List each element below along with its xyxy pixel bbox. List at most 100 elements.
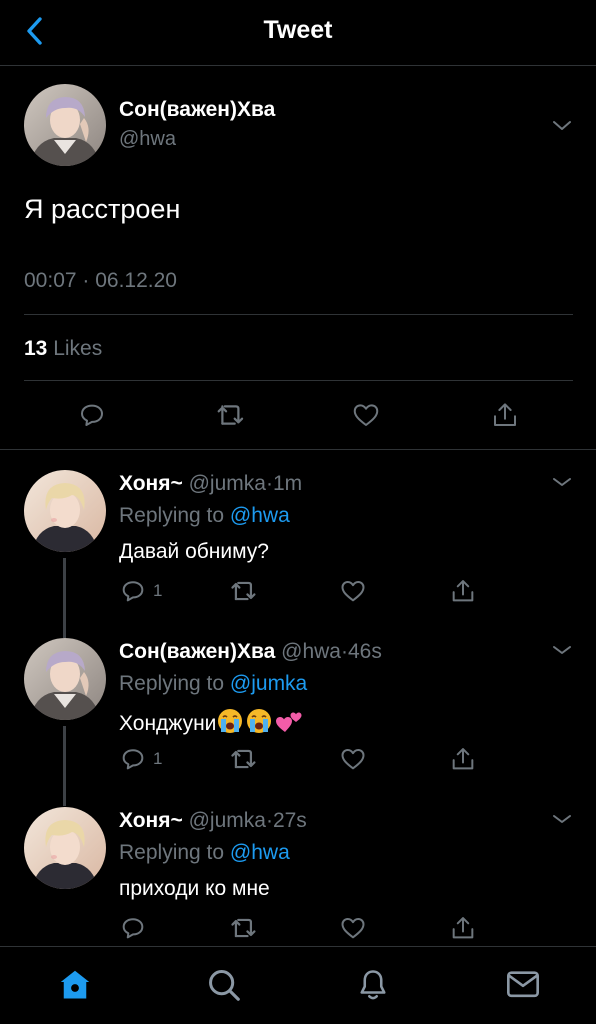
separator: · bbox=[340, 640, 348, 663]
tab-home[interactable] bbox=[55, 965, 95, 1005]
share-button[interactable] bbox=[487, 397, 523, 433]
reply-time: 27s bbox=[272, 809, 307, 832]
mention-link[interactable]: @jumka bbox=[230, 672, 307, 695]
search-icon bbox=[209, 970, 240, 1001]
reply-button[interactable]: 1 bbox=[119, 577, 162, 605]
likes-count: 13 bbox=[24, 337, 48, 360]
retweet-button[interactable] bbox=[229, 745, 259, 773]
author-name[interactable]: Хоня~ bbox=[119, 472, 183, 495]
share-button[interactable] bbox=[449, 745, 477, 773]
avatar[interactable] bbox=[24, 807, 106, 889]
reply-text: Давай обниму? bbox=[119, 540, 269, 563]
reply-icon bbox=[122, 581, 144, 602]
reply-time: 46s bbox=[347, 640, 382, 663]
home-icon bbox=[60, 970, 90, 999]
reply-text: приходи ко мне bbox=[119, 877, 270, 900]
tab-messages[interactable] bbox=[503, 965, 543, 1005]
mention-link[interactable]: @hwa bbox=[230, 841, 290, 864]
thread-line bbox=[63, 726, 66, 806]
reply-actions: 1 bbox=[119, 745, 499, 773]
retweet-button[interactable] bbox=[229, 914, 259, 942]
top-navigation-bar: Tweet bbox=[0, 0, 596, 66]
author-name[interactable]: Хоня~ bbox=[119, 809, 183, 832]
tweet-options-button[interactable] bbox=[551, 642, 573, 658]
chevron-down-icon bbox=[553, 121, 571, 130]
author-handle[interactable]: @hwa bbox=[281, 640, 341, 663]
loudly-crying-face-icon bbox=[218, 709, 243, 733]
like-button[interactable] bbox=[339, 745, 367, 773]
chevron-down-icon bbox=[553, 478, 571, 486]
retweet-icon bbox=[231, 918, 256, 938]
likes-summary[interactable]: 13 Likes bbox=[24, 337, 102, 361]
reply-count: 1 bbox=[153, 581, 163, 600]
tweet-actions bbox=[0, 397, 596, 433]
retweet-button[interactable] bbox=[213, 397, 249, 433]
tab-notifications[interactable] bbox=[353, 965, 393, 1005]
likes-label: Likes bbox=[53, 337, 103, 360]
author-name[interactable]: Сон(важен)Хва bbox=[119, 98, 275, 122]
replying-to-label: Replying to bbox=[119, 672, 225, 695]
share-icon bbox=[494, 403, 516, 426]
tweet-timestamp: 00:07 · 06.12.20 bbox=[24, 269, 177, 292]
retweet-icon bbox=[217, 405, 244, 425]
share-icon bbox=[452, 917, 474, 939]
tweet-options-button[interactable] bbox=[550, 116, 574, 134]
reply-text: Хонджуни bbox=[119, 708, 304, 736]
share-icon bbox=[452, 580, 474, 602]
share-button[interactable] bbox=[449, 577, 477, 605]
loudly-crying-face-icon bbox=[247, 709, 272, 733]
reply-icon bbox=[122, 749, 144, 770]
reply-icon bbox=[122, 918, 144, 939]
avatar[interactable] bbox=[24, 638, 106, 720]
tab-search[interactable] bbox=[204, 965, 244, 1005]
replying-to-label: Replying to bbox=[119, 841, 225, 864]
replying-to-label: Replying to bbox=[119, 504, 225, 527]
notifications-icon bbox=[360, 970, 386, 1000]
retweet-icon bbox=[231, 749, 256, 769]
retweet-button[interactable] bbox=[229, 577, 259, 605]
separator: · bbox=[265, 472, 273, 495]
reply-button[interactable] bbox=[74, 397, 110, 433]
heart-icon bbox=[341, 581, 365, 602]
tweet-text: Я расстроен bbox=[24, 194, 181, 224]
avatar[interactable] bbox=[24, 84, 106, 166]
avatar[interactable] bbox=[24, 470, 106, 552]
divider bbox=[0, 449, 596, 450]
reply-actions bbox=[119, 914, 499, 942]
like-button[interactable] bbox=[339, 577, 367, 605]
reply-tweet[interactable]: Сон(важен)Хва @hwa·46s Replying to @jumk… bbox=[0, 638, 596, 806]
thread-line bbox=[63, 558, 66, 638]
share-button[interactable] bbox=[449, 914, 477, 942]
replying-to: Replying to @hwa bbox=[119, 841, 290, 865]
author-handle[interactable]: @jumka bbox=[189, 809, 266, 832]
replying-to: Replying to @jumka bbox=[119, 672, 307, 696]
two-hearts-icon bbox=[276, 712, 302, 732]
divider bbox=[24, 314, 573, 315]
author-handle[interactable]: @jumka bbox=[189, 472, 266, 495]
reply-tweet[interactable]: Хоня~ @jumka·1m Replying to @hwa Давай о… bbox=[0, 470, 596, 638]
like-button[interactable] bbox=[339, 914, 367, 942]
heart-icon bbox=[341, 918, 365, 939]
reply-count: 1 bbox=[153, 749, 163, 768]
chevron-down-icon bbox=[553, 815, 571, 823]
reply-header: Хоня~ @jumka·27s bbox=[119, 809, 307, 833]
reply-button[interactable]: 1 bbox=[119, 745, 162, 773]
tweet-options-button[interactable] bbox=[551, 811, 573, 827]
reply-header: Хоня~ @jumka·1m bbox=[119, 472, 302, 496]
page-title: Tweet bbox=[263, 16, 333, 44]
heart-icon bbox=[353, 404, 379, 426]
separator: · bbox=[265, 809, 273, 832]
reply-header: Сон(важен)Хва @hwa·46s bbox=[119, 640, 382, 664]
tweet-options-button[interactable] bbox=[551, 474, 573, 490]
author-name[interactable]: Сон(важен)Хва bbox=[119, 640, 275, 663]
reply-actions: 1 bbox=[119, 577, 499, 605]
replying-to: Replying to @hwa bbox=[119, 504, 290, 528]
mention-link[interactable]: @hwa bbox=[230, 504, 290, 527]
bottom-tab-bar bbox=[0, 947, 596, 1024]
reply-text-content: Хонджуни bbox=[119, 712, 217, 735]
chevron-down-icon bbox=[553, 646, 571, 654]
reply-button[interactable] bbox=[119, 914, 153, 942]
author-handle[interactable]: @hwa bbox=[119, 128, 176, 151]
heart-icon bbox=[341, 749, 365, 770]
like-button[interactable] bbox=[348, 397, 384, 433]
